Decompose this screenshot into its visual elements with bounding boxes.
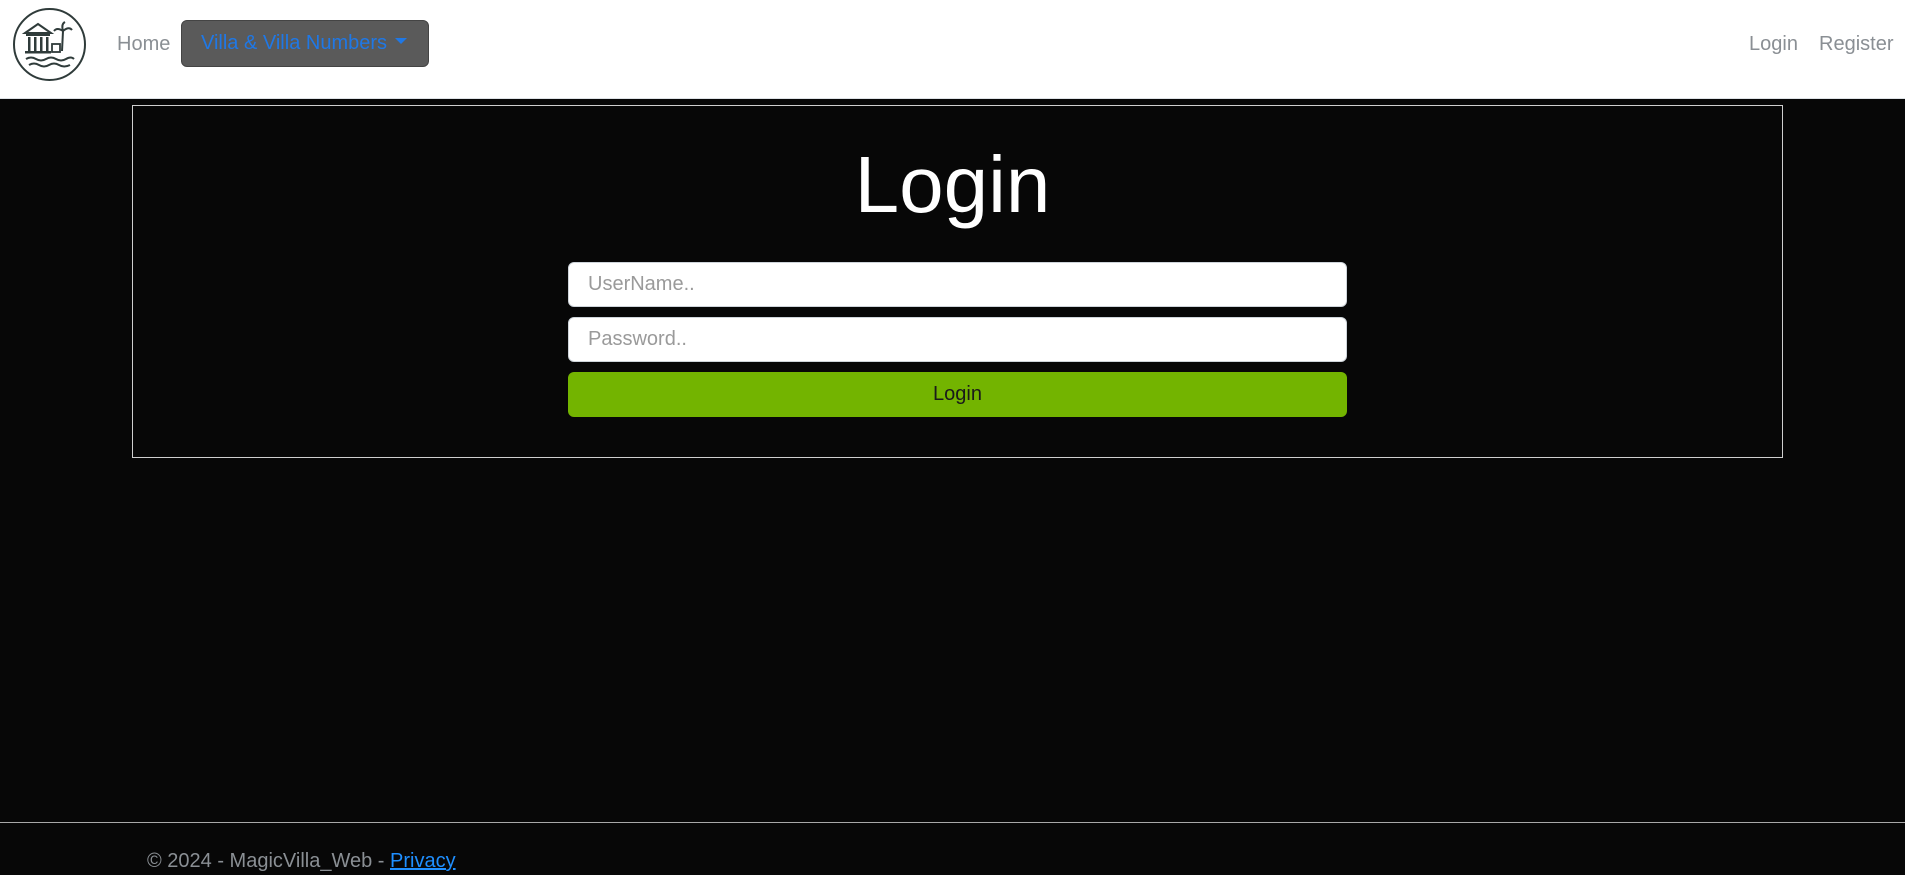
villa-logo-icon[interactable] xyxy=(12,7,87,82)
villa-dropdown-label: Villa & Villa Numbers xyxy=(201,32,388,54)
nav-register-link[interactable]: Register xyxy=(1819,33,1893,56)
footer-text: © 2024 - MagicVilla_Web - Privacy xyxy=(147,850,456,873)
footer: © 2024 - MagicVilla_Web - Privacy xyxy=(0,822,1905,875)
nav-login-link[interactable]: Login xyxy=(1749,33,1798,56)
nav-home-link[interactable]: Home xyxy=(117,33,170,56)
username-input[interactable] xyxy=(568,262,1347,307)
login-submit-button[interactable]: Login xyxy=(568,372,1347,417)
villa-dropdown-toggle[interactable]: Villa & Villa Numbers xyxy=(181,20,429,67)
password-input[interactable] xyxy=(568,317,1347,362)
top-navbar: Home Villa & Villa Numbers Login Registe… xyxy=(0,0,1905,99)
page-title: Login xyxy=(854,140,1051,229)
privacy-link[interactable]: Privacy xyxy=(390,850,456,872)
footer-copyright: © 2024 - MagicVilla_Web - xyxy=(147,850,390,872)
caret-down-icon xyxy=(395,37,408,44)
